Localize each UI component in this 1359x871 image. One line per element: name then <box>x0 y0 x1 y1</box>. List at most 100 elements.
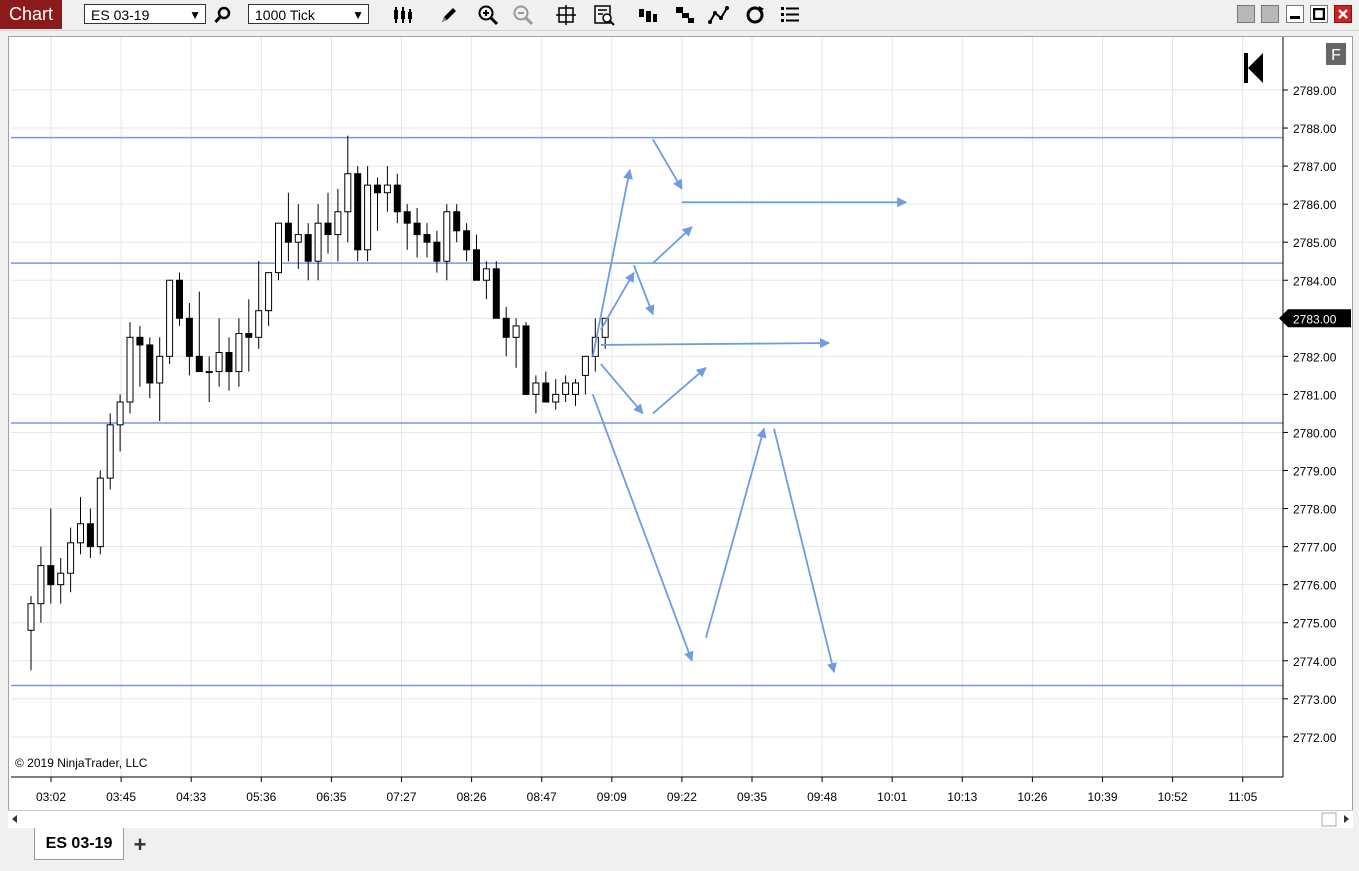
copyright-text: © 2019 NinjaTrader, LLC <box>15 756 148 770</box>
candle <box>433 230 441 273</box>
candle <box>482 261 490 300</box>
x-tick-label: 09:22 <box>667 790 697 804</box>
candle-body <box>235 333 243 373</box>
f-button[interactable]: F <box>1326 43 1346 65</box>
y-tick-label: 2775.00 <box>1293 617 1337 631</box>
candle <box>284 192 292 262</box>
zoom-in-icon[interactable] <box>476 3 500 27</box>
candle-body <box>265 272 273 312</box>
tab-es-03-19[interactable]: ES 03-19 <box>34 828 124 860</box>
candle-body <box>393 184 401 213</box>
candle-body <box>166 279 174 357</box>
maximize-button[interactable] <box>1310 5 1328 23</box>
candle-body <box>423 234 431 243</box>
y-tick-label: 2779.00 <box>1293 465 1337 479</box>
candle-body <box>156 355 164 384</box>
candle-body <box>195 355 203 373</box>
last-price-label: 2783.00 <box>1293 312 1337 326</box>
indicator-icon[interactable] <box>707 3 731 27</box>
candle-body <box>205 371 213 374</box>
y-tick-label: 2774.00 <box>1293 655 1337 669</box>
order-icon[interactable] <box>636 3 660 27</box>
candle <box>205 356 213 403</box>
candle <box>294 204 302 269</box>
scroll-right-icon[interactable] <box>1344 815 1349 823</box>
x-tick-label: 07:27 <box>386 790 416 804</box>
candle-body <box>443 211 451 262</box>
candle <box>275 222 282 281</box>
candle-body <box>215 352 223 373</box>
candle <box>562 375 570 403</box>
candle <box>215 318 223 387</box>
x-tick-label: 03:02 <box>36 790 66 804</box>
candle-body <box>27 603 35 631</box>
chart-panel[interactable]: 2789.00 2788.00 2787.00 2786.00 2785.00 2784.… <box>8 36 1353 828</box>
x-tick-label: 06:35 <box>316 790 346 804</box>
candle-body <box>275 222 282 274</box>
candle-body <box>136 336 144 346</box>
y-tick-label: 2788.00 <box>1293 122 1337 136</box>
crosshair-icon[interactable] <box>554 3 578 27</box>
candle <box>27 596 35 671</box>
candle <box>225 337 233 391</box>
refresh-icon[interactable] <box>743 3 767 27</box>
candle <box>156 337 164 422</box>
candle-body <box>532 382 540 395</box>
candle-body <box>581 355 589 376</box>
y-tick-label: 2787.00 <box>1293 160 1337 174</box>
bar-style-icon[interactable] <box>391 3 415 27</box>
candle <box>512 318 520 368</box>
scroll-left-icon[interactable] <box>12 815 17 823</box>
candle-body <box>502 317 510 338</box>
candle-body <box>334 211 342 236</box>
data-box-icon[interactable] <box>592 3 616 27</box>
y-tick-label: 2789.00 <box>1293 84 1337 98</box>
candle-body <box>294 234 302 243</box>
instrument-value: ES 03-19 <box>91 7 150 23</box>
candle <box>116 394 124 452</box>
list-icon[interactable] <box>778 3 802 27</box>
scroll-thumb[interactable] <box>1321 812 1337 827</box>
instrument-selector[interactable]: ES 03-19 ▼ <box>84 4 206 24</box>
y-tick-label: 2782.00 <box>1293 350 1337 364</box>
candle-body <box>314 222 322 262</box>
interval-selector[interactable]: 1000 Tick ▼ <box>248 4 369 24</box>
pencil-icon[interactable] <box>437 3 461 27</box>
window-option-button-2[interactable] <box>1261 5 1279 23</box>
minimize-button[interactable] <box>1286 5 1304 23</box>
candle <box>166 279 174 364</box>
candle-body <box>185 317 193 357</box>
x-tick-label: 10:52 <box>1158 790 1188 804</box>
candle <box>235 318 243 387</box>
candle-body <box>57 572 65 586</box>
zoom-out-icon[interactable] <box>511 3 535 27</box>
x-tick-label: 09:09 <box>597 790 627 804</box>
projection-arrow <box>705 427 767 639</box>
horizontal-scrollbar[interactable] <box>8 810 1353 828</box>
chevron-down-icon: ▼ <box>189 8 201 22</box>
scroll-to-end-icon[interactable] <box>1244 53 1263 83</box>
projection-arrow <box>773 428 837 674</box>
close-button[interactable] <box>1334 5 1352 23</box>
candle <box>314 204 322 281</box>
price-chart[interactable]: 2789.00 2788.00 2787.00 2786.00 2785.00 2784.… <box>9 37 1352 827</box>
close-icon <box>1338 9 1348 19</box>
candle-body <box>482 268 490 281</box>
search-icon[interactable] <box>211 3 235 27</box>
projection-arrow <box>652 139 683 190</box>
candle-body <box>403 211 411 224</box>
add-tab-button[interactable]: + <box>126 832 154 858</box>
candle <box>77 497 84 555</box>
candle-body <box>453 211 461 232</box>
candle-body <box>572 382 579 395</box>
y-tick-label: 2781.00 <box>1293 388 1337 402</box>
candle-body <box>106 424 114 479</box>
candle <box>393 173 401 224</box>
candle-body <box>67 542 75 574</box>
toolbar: Chart ES 03-19 ▼ 1000 Tick ▼ <box>0 0 1359 31</box>
window-option-button[interactable] <box>1237 5 1255 23</box>
candle-body <box>86 523 94 548</box>
candle-body <box>77 523 84 544</box>
strategy-icon[interactable] <box>673 3 697 27</box>
candle <box>383 166 391 212</box>
